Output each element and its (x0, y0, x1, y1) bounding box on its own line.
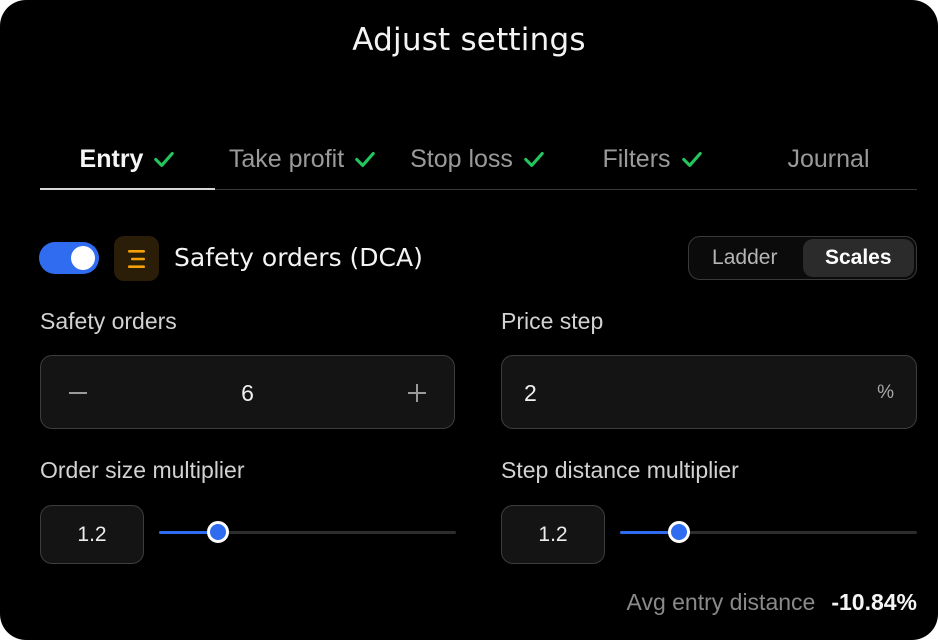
check-icon (524, 151, 544, 167)
check-icon (681, 151, 702, 167)
toggle-knob (71, 246, 95, 270)
tab-take-profit[interactable]: Take profit (215, 128, 390, 190)
dialog-title: Adjust settings (352, 22, 586, 58)
slider-thumb[interactable] (207, 521, 229, 543)
increment-button[interactable] (380, 356, 454, 430)
safety-orders-value[interactable]: 6 (115, 356, 380, 430)
plus-icon (408, 384, 426, 402)
step-distance-multiplier-label: Step distance multiplier (501, 457, 739, 483)
tab-journal[interactable]: Journal (740, 128, 917, 190)
step-distance-multiplier-input[interactable]: 1.2 (501, 505, 605, 564)
check-icon (355, 151, 375, 167)
order-size-multiplier-input[interactable]: 1.2 (40, 505, 144, 564)
mode-segmented-control: Ladder Scales (688, 236, 917, 280)
avg-entry-distance-label: Avg entry distance (626, 589, 816, 615)
tab-label: Take profit (228, 144, 345, 173)
tab-entry[interactable]: Entry (40, 128, 215, 190)
step-distance-multiplier-slider[interactable] (620, 517, 917, 547)
order-size-multiplier-label: Order size multiplier (40, 457, 245, 483)
price-step-label: Price step (501, 308, 604, 334)
decrement-button[interactable] (41, 356, 115, 430)
tab-stop-loss[interactable]: Stop loss (390, 128, 565, 190)
avg-entry-distance-value: -10.84% (831, 589, 917, 615)
percent-unit: % (877, 382, 894, 403)
avg-entry-distance: Avg entry distance -10.84% (627, 589, 917, 616)
tab-label: Filters (602, 144, 671, 173)
order-size-multiplier-slider[interactable] (159, 517, 456, 547)
mode-scales-button[interactable]: Scales (802, 239, 914, 277)
tab-label: Stop loss (410, 144, 513, 173)
safety-orders-label: Safety orders (40, 308, 177, 334)
check-icon (154, 151, 175, 167)
list-lines-icon (114, 236, 159, 281)
price-step-input[interactable]: 2 % (501, 355, 917, 429)
minus-icon (69, 392, 87, 394)
tab-bar: Entry Take profit Stop loss Filters Jour… (40, 128, 917, 190)
price-step-value: 2 (524, 379, 537, 406)
safety-orders-toggle[interactable] (39, 242, 99, 274)
tab-label: Journal (787, 144, 870, 173)
tab-label: Entry (79, 144, 144, 173)
section-title: Safety orders (DCA) (174, 243, 423, 272)
slider-thumb[interactable] (668, 521, 690, 543)
active-tab-indicator (40, 188, 215, 190)
tab-filters[interactable]: Filters (565, 128, 740, 190)
mode-ladder-button[interactable]: Ladder (689, 237, 801, 279)
adjust-settings-dialog: Adjust settings Entry Take profit Stop l… (0, 0, 938, 640)
safety-orders-stepper: 6 (40, 355, 455, 429)
